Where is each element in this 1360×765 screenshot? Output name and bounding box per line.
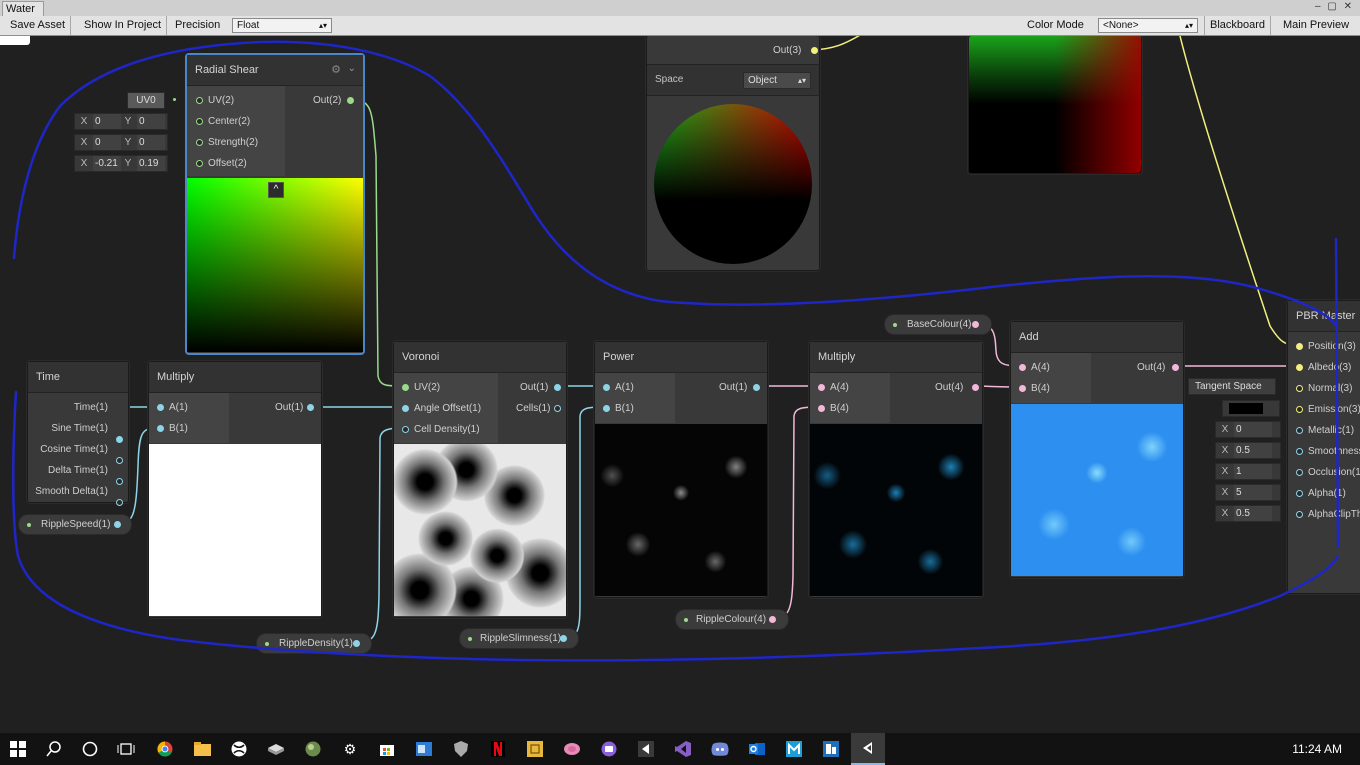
main-preview-button[interactable]: Main Preview xyxy=(1278,16,1354,35)
brain-app-icon[interactable] xyxy=(562,739,582,759)
show-in-project-button[interactable]: Show In Project xyxy=(79,16,168,35)
visual-studio-icon[interactable] xyxy=(673,739,693,759)
xbox-icon[interactable] xyxy=(229,739,249,759)
discord-icon[interactable] xyxy=(710,739,730,759)
taskbar-clock[interactable]: 11:24 AM xyxy=(1292,733,1342,765)
hand-drawn-annotation xyxy=(11,40,1340,662)
annotation-outline-bottom xyxy=(11,390,1340,662)
precision-label: Precision xyxy=(175,19,221,31)
outlook-icon[interactable] xyxy=(747,739,767,759)
windows-start-icon[interactable] xyxy=(8,739,28,759)
blender-app-icon[interactable] xyxy=(821,739,841,759)
window-controls[interactable]: ‒ ▢ ✕ xyxy=(1315,0,1354,14)
blackboard-button[interactable]: Blackboard xyxy=(1204,16,1272,35)
annotation-outline xyxy=(12,40,1338,328)
dropdown-arrow-icon: ▴▾ xyxy=(318,21,327,30)
unity-active-icon[interactable] xyxy=(851,733,885,765)
annotation-outline-right xyxy=(1334,237,1340,548)
store-icon[interactable] xyxy=(377,739,397,759)
cortana-icon[interactable] xyxy=(80,739,100,759)
yellow-app-icon[interactable] xyxy=(525,739,545,759)
settings-icon[interactable]: ⚙ xyxy=(340,739,360,759)
outlook-app-icon[interactable] xyxy=(414,739,434,759)
malwarebytes-icon[interactable] xyxy=(784,739,804,759)
file-explorer-icon[interactable] xyxy=(192,739,212,759)
windows-taskbar: ⚙ 11:24 AM xyxy=(0,733,1360,765)
chrome-icon[interactable] xyxy=(155,739,175,759)
save-asset-button[interactable]: Save Asset xyxy=(5,16,72,35)
dropdown-arrow-icon: ▴▾ xyxy=(1184,21,1193,30)
color-mode-value: <None> xyxy=(1103,20,1139,31)
search-icon[interactable] xyxy=(44,739,64,759)
color-mode-label: Color Mode xyxy=(1027,19,1084,31)
shader-graph-canvas[interactable]: Radial Shear ⚙ ⌄ UV(2) Center(2) Strengt… xyxy=(0,36,1360,733)
precision-dropdown[interactable]: Float ▴▾ xyxy=(232,18,332,33)
color-mode-dropdown[interactable]: <None> ▴▾ xyxy=(1098,18,1198,33)
netflix-icon[interactable] xyxy=(488,739,508,759)
precision-value: Float xyxy=(237,20,260,31)
drive-icon[interactable] xyxy=(266,739,286,759)
purple-app-icon[interactable] xyxy=(599,739,619,759)
shield-app-icon[interactable] xyxy=(451,739,471,759)
task-view-icon[interactable] xyxy=(116,739,136,759)
ball-game-icon[interactable] xyxy=(303,739,323,759)
graph-toolbar: Save Asset Show In Project Precision Flo… xyxy=(0,16,1360,36)
window-tab[interactable]: Water xyxy=(2,1,44,17)
window-title-bar: Water ‒ ▢ ✕ xyxy=(0,0,1360,17)
unity-app-icon[interactable] xyxy=(636,739,656,759)
